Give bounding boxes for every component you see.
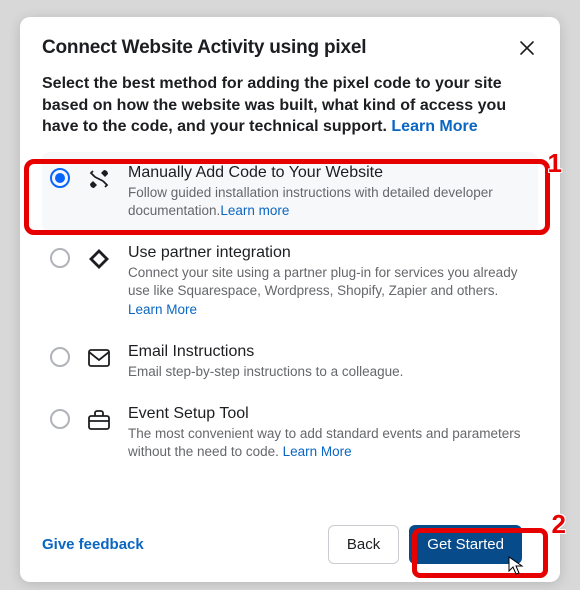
annotation-badge-1: 1 — [548, 148, 562, 179]
email-icon — [86, 345, 112, 371]
option-body: Event Setup Tool The most convenient way… — [128, 405, 530, 461]
radio-manual-code[interactable] — [50, 168, 70, 188]
modal-header: Connect Website Activity using pixel — [42, 37, 538, 59]
footer-buttons: Back Get Started — [328, 525, 522, 564]
tools-icon — [86, 166, 112, 192]
option-title: Use partner integration — [128, 244, 530, 262]
option-desc: Follow guided installation instructions … — [128, 184, 530, 220]
options-list: Manually Add Code to Your Website Follow… — [42, 152, 538, 474]
option-partner-integration[interactable]: Use partner integration Connect your sit… — [42, 232, 538, 331]
option-learn-more-link[interactable]: Learn More — [283, 444, 352, 459]
option-body: Use partner integration Connect your sit… — [128, 244, 530, 319]
partner-icon — [86, 246, 112, 272]
option-title: Event Setup Tool — [128, 405, 530, 423]
connect-pixel-modal: Connect Website Activity using pixel Sel… — [20, 17, 560, 582]
modal-footer: Give feedback Back Get Started — [42, 525, 538, 564]
option-desc: The most convenient way to add standard … — [128, 425, 530, 461]
radio-partner-integration[interactable] — [50, 248, 70, 268]
close-button[interactable] — [516, 37, 538, 59]
option-title: Email Instructions — [128, 343, 530, 361]
option-desc: Connect your site using a partner plug-i… — [128, 264, 530, 319]
option-learn-more-link[interactable]: Learn more — [220, 203, 289, 218]
desc-learn-more-link[interactable]: Learn More — [391, 118, 477, 135]
option-manual-code[interactable]: Manually Add Code to Your Website Follow… — [42, 152, 538, 232]
radio-event-setup-tool[interactable] — [50, 409, 70, 429]
modal-title: Connect Website Activity using pixel — [42, 37, 366, 59]
close-icon — [519, 40, 535, 56]
option-body: Email Instructions Email step-by-step in… — [128, 343, 530, 381]
option-title: Manually Add Code to Your Website — [128, 164, 530, 182]
option-desc: Email step-by-step instructions to a col… — [128, 363, 530, 381]
option-event-setup-tool[interactable]: Event Setup Tool The most convenient way… — [42, 393, 538, 473]
toolbox-icon — [86, 407, 112, 433]
option-body: Manually Add Code to Your Website Follow… — [128, 164, 530, 220]
back-button[interactable]: Back — [328, 525, 399, 564]
get-started-button[interactable]: Get Started — [409, 525, 522, 564]
give-feedback-link[interactable]: Give feedback — [42, 536, 144, 553]
radio-email-instructions[interactable] — [50, 347, 70, 367]
option-email-instructions[interactable]: Email Instructions Email step-by-step in… — [42, 331, 538, 393]
option-learn-more-link[interactable]: Learn More — [128, 302, 197, 317]
annotation-badge-2: 2 — [552, 509, 566, 540]
modal-description: Select the best method for adding the pi… — [42, 73, 538, 138]
